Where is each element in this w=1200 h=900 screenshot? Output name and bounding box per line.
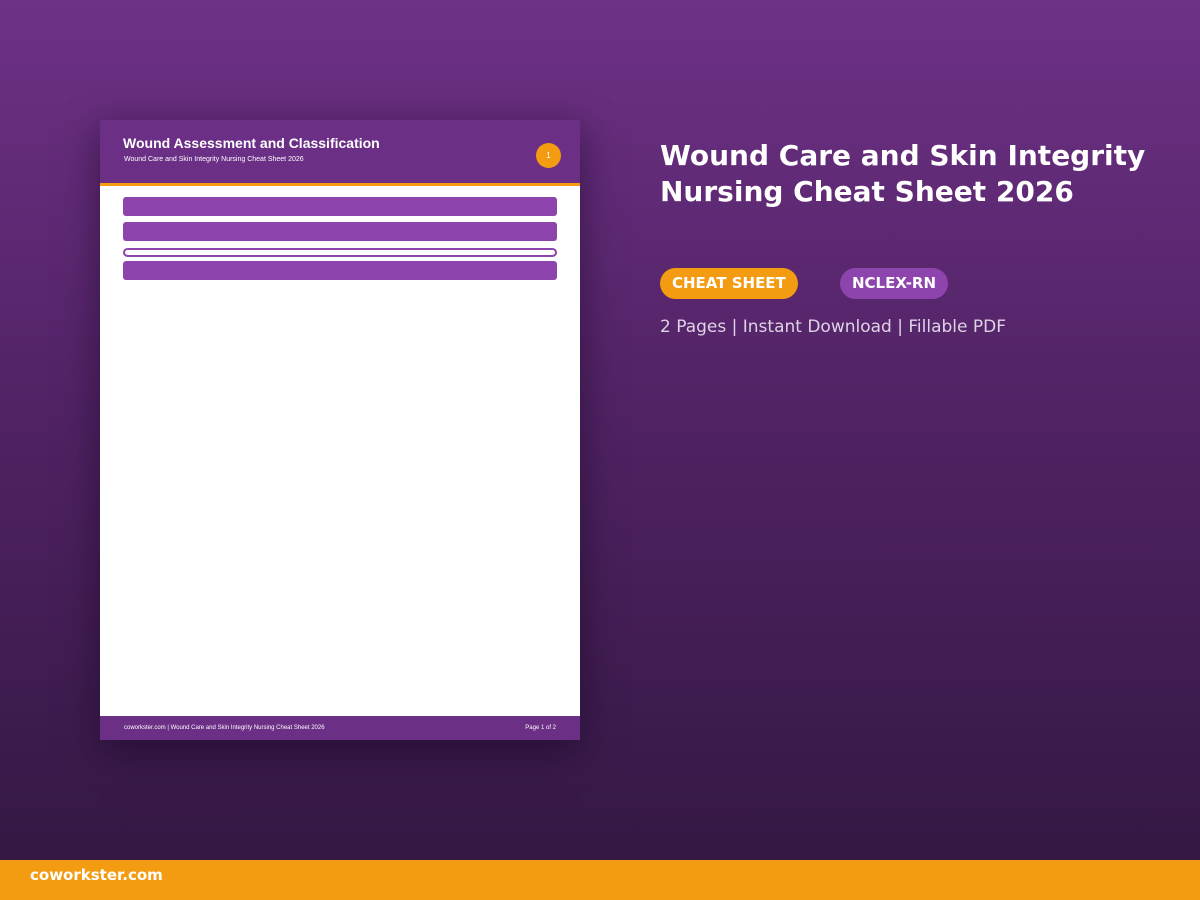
document-title: Wound Assessment and Classification — [123, 135, 380, 151]
document-subtitle: Wound Care and Skin Integrity Nursing Ch… — [124, 156, 304, 163]
document-preview: Wound Assessment and Classification Woun… — [100, 120, 580, 740]
tag-nclex-rn: NCLEX-RN — [840, 268, 949, 299]
section-header-bar — [123, 197, 557, 216]
page-number-badge: 1 — [536, 143, 561, 168]
document-footer: coworkster.com | Wound Care and Skin Int… — [100, 716, 580, 740]
product-details: 2 Pages | Instant Download | Fillable PD… — [660, 317, 1007, 337]
brand-site-name: coworkster.com — [30, 866, 163, 884]
tag-cheat-sheet: CHEAT SHEET — [660, 268, 798, 299]
document-header: Wound Assessment and Classification Woun… — [100, 120, 580, 186]
document-footer-page: Page 1 of 2 — [525, 725, 556, 731]
document-footer-source: coworkster.com | Wound Care and Skin Int… — [124, 725, 325, 731]
product-title: Wound Care and Skin Integrity Nursing Ch… — [660, 139, 1146, 208]
section-header-bar — [123, 222, 557, 241]
brand-footer-bar: coworkster.com — [0, 860, 1200, 900]
section-header-bar — [123, 261, 557, 280]
section-outline-bar — [123, 248, 557, 257]
